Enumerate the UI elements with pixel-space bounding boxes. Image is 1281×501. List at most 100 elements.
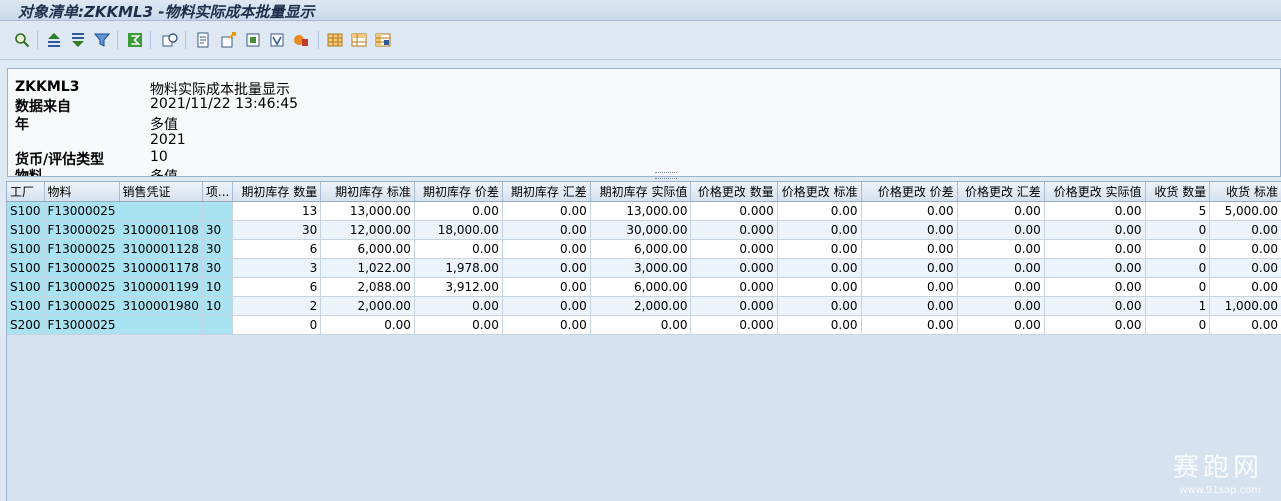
table-cell[interactable]: 0.00 (1044, 296, 1146, 316)
table-cell[interactable]: 13 (232, 201, 322, 221)
table-cell[interactable]: 0 (1145, 220, 1211, 240)
column-header[interactable]: 销售凭证 (119, 182, 203, 202)
table-cell[interactable]: 0.000 (690, 201, 778, 221)
select-layout-icon[interactable] (325, 30, 345, 50)
column-header[interactable]: 收货 数量 (1145, 182, 1211, 202)
table-cell[interactable]: S200 (7, 315, 45, 335)
local-file-icon[interactable] (267, 30, 287, 50)
word-processing-icon[interactable] (243, 30, 263, 50)
table-cell[interactable]: S100 (7, 277, 45, 297)
table-cell[interactable]: S100 (7, 220, 45, 240)
table-cell[interactable]: F13000025 (44, 239, 120, 259)
sort-descending-icon[interactable] (68, 30, 88, 50)
table-cell[interactable]: 1,022.00 (320, 258, 415, 278)
table-cell[interactable]: 0.00 (502, 201, 591, 221)
table-cell[interactable]: 30 (232, 220, 322, 240)
table-cell[interactable]: 0.00 (957, 315, 1045, 335)
table-cell[interactable]: F13000025 (44, 201, 120, 221)
table-cell[interactable]: 0.000 (690, 277, 778, 297)
table-cell[interactable]: 0.000 (690, 315, 778, 335)
table-cell[interactable]: F13000025 (44, 258, 120, 278)
table-cell[interactable]: 0.00 (1044, 220, 1146, 240)
table-cell[interactable]: 0.00 (861, 239, 958, 259)
table-cell[interactable]: 0.00 (502, 315, 591, 335)
table-cell[interactable]: 1,000.00 (1209, 296, 1281, 316)
column-header[interactable]: 价格更改 数量 (690, 182, 778, 202)
column-header[interactable]: 期初库存 标准 (320, 182, 415, 202)
table-cell[interactable]: 5,000.00 (1209, 201, 1281, 221)
table-cell[interactable]: 0.00 (414, 201, 503, 221)
table-cell[interactable]: 0.00 (502, 239, 591, 259)
table-row[interactable]: S100 F13000025 3100001199 10 6 2,088.00 3,912.… (7, 277, 1281, 297)
table-cell[interactable]: 3100001980 (119, 296, 203, 316)
table-cell[interactable]: 30 (202, 258, 234, 278)
export-excel-icon[interactable] (219, 30, 239, 50)
table-cell[interactable]: 0 (1145, 239, 1211, 259)
table-cell[interactable] (202, 315, 234, 335)
table-cell[interactable]: 0.00 (1209, 277, 1281, 297)
table-cell[interactable]: 0.00 (957, 258, 1045, 278)
table-cell[interactable]: S100 (7, 201, 45, 221)
table-cell[interactable]: 0.00 (777, 220, 862, 240)
table-row[interactable]: S100 F13000025 3100001178 30 3 1,022.00 1,978.… (7, 258, 1281, 278)
table-cell[interactable]: S100 (7, 296, 45, 316)
table-row[interactable]: S200 F13000025 0 0.00 0.00 0.00 0.00 0.000 0.00 0… (7, 315, 1281, 335)
column-header[interactable]: 期初库存 汇差 (502, 182, 591, 202)
table-cell[interactable]: 12,000.00 (320, 220, 415, 240)
table-cell[interactable]: 6,000.00 (320, 239, 415, 259)
table-cell[interactable]: 2,088.00 (320, 277, 415, 297)
table-cell[interactable]: 0.00 (502, 220, 591, 240)
table-cell[interactable]: 6,000.00 (590, 239, 692, 259)
table-cell[interactable]: F13000025 (44, 277, 120, 297)
column-header[interactable]: 收货 标准 (1209, 182, 1281, 202)
table-cell[interactable]: 10 (202, 277, 234, 297)
print-preview-icon[interactable] (193, 30, 213, 50)
table-cell[interactable]: 0.00 (777, 201, 862, 221)
table-cell[interactable]: 0.00 (861, 220, 958, 240)
table-cell[interactable]: 0.000 (690, 296, 778, 316)
table-cell[interactable]: 0.00 (1044, 277, 1146, 297)
table-row[interactable]: S100 F13000025 3100001128 30 6 6,000.00 0.00 0.… (7, 239, 1281, 259)
table-cell[interactable]: 30 (202, 220, 234, 240)
table-cell[interactable]: 6,000.00 (590, 277, 692, 297)
table-cell[interactable]: 0.00 (502, 296, 591, 316)
table-cell[interactable]: 0.00 (861, 296, 958, 316)
table-cell[interactable]: 3 (232, 258, 322, 278)
table-cell[interactable]: 0 (1145, 315, 1211, 335)
table-cell[interactable]: F13000025 (44, 220, 120, 240)
column-header[interactable]: 价格更改 价差 (861, 182, 958, 202)
table-cell[interactable]: 0.000 (690, 220, 778, 240)
table-cell[interactable]: 0.00 (861, 315, 958, 335)
table-cell[interactable]: 0.00 (1209, 258, 1281, 278)
table-cell[interactable]: 0.00 (777, 239, 862, 259)
sort-ascending-icon[interactable] (44, 30, 64, 50)
table-cell[interactable] (119, 315, 203, 335)
table-cell[interactable]: 2,000.00 (590, 296, 692, 316)
table-cell[interactable]: 30 (202, 239, 234, 259)
table-cell[interactable]: 0.00 (1209, 315, 1281, 335)
column-header[interactable]: 物料 (44, 182, 120, 202)
table-cell[interactable]: 0.000 (690, 239, 778, 259)
table-cell[interactable]: 2,000.00 (320, 296, 415, 316)
save-layout-icon[interactable] (373, 30, 393, 50)
column-header[interactable]: 项... (202, 182, 234, 202)
column-header[interactable]: 工厂 (7, 182, 45, 202)
table-cell[interactable]: 13,000.00 (590, 201, 692, 221)
table-cell[interactable]: 0.00 (957, 296, 1045, 316)
table-cell[interactable]: 10 (202, 296, 234, 316)
sum-icon[interactable] (125, 30, 145, 50)
table-cell[interactable]: 0.00 (1044, 315, 1146, 335)
table-cell[interactable]: 3100001178 (119, 258, 203, 278)
table-cell[interactable]: 0.00 (861, 277, 958, 297)
column-header[interactable]: 期初库存 数量 (232, 182, 322, 202)
table-cell[interactable] (119, 201, 203, 221)
table-cell[interactable]: S100 (7, 258, 45, 278)
table-cell[interactable]: 30,000.00 (590, 220, 692, 240)
table-cell[interactable]: 0.00 (777, 258, 862, 278)
table-cell[interactable]: 18,000.00 (414, 220, 503, 240)
table-cell[interactable]: 0 (1145, 277, 1211, 297)
column-header[interactable]: 价格更改 标准 (777, 182, 862, 202)
table-cell[interactable]: 0.00 (957, 220, 1045, 240)
table-cell[interactable]: 13,000.00 (320, 201, 415, 221)
table-cell[interactable]: 0.00 (1209, 220, 1281, 240)
